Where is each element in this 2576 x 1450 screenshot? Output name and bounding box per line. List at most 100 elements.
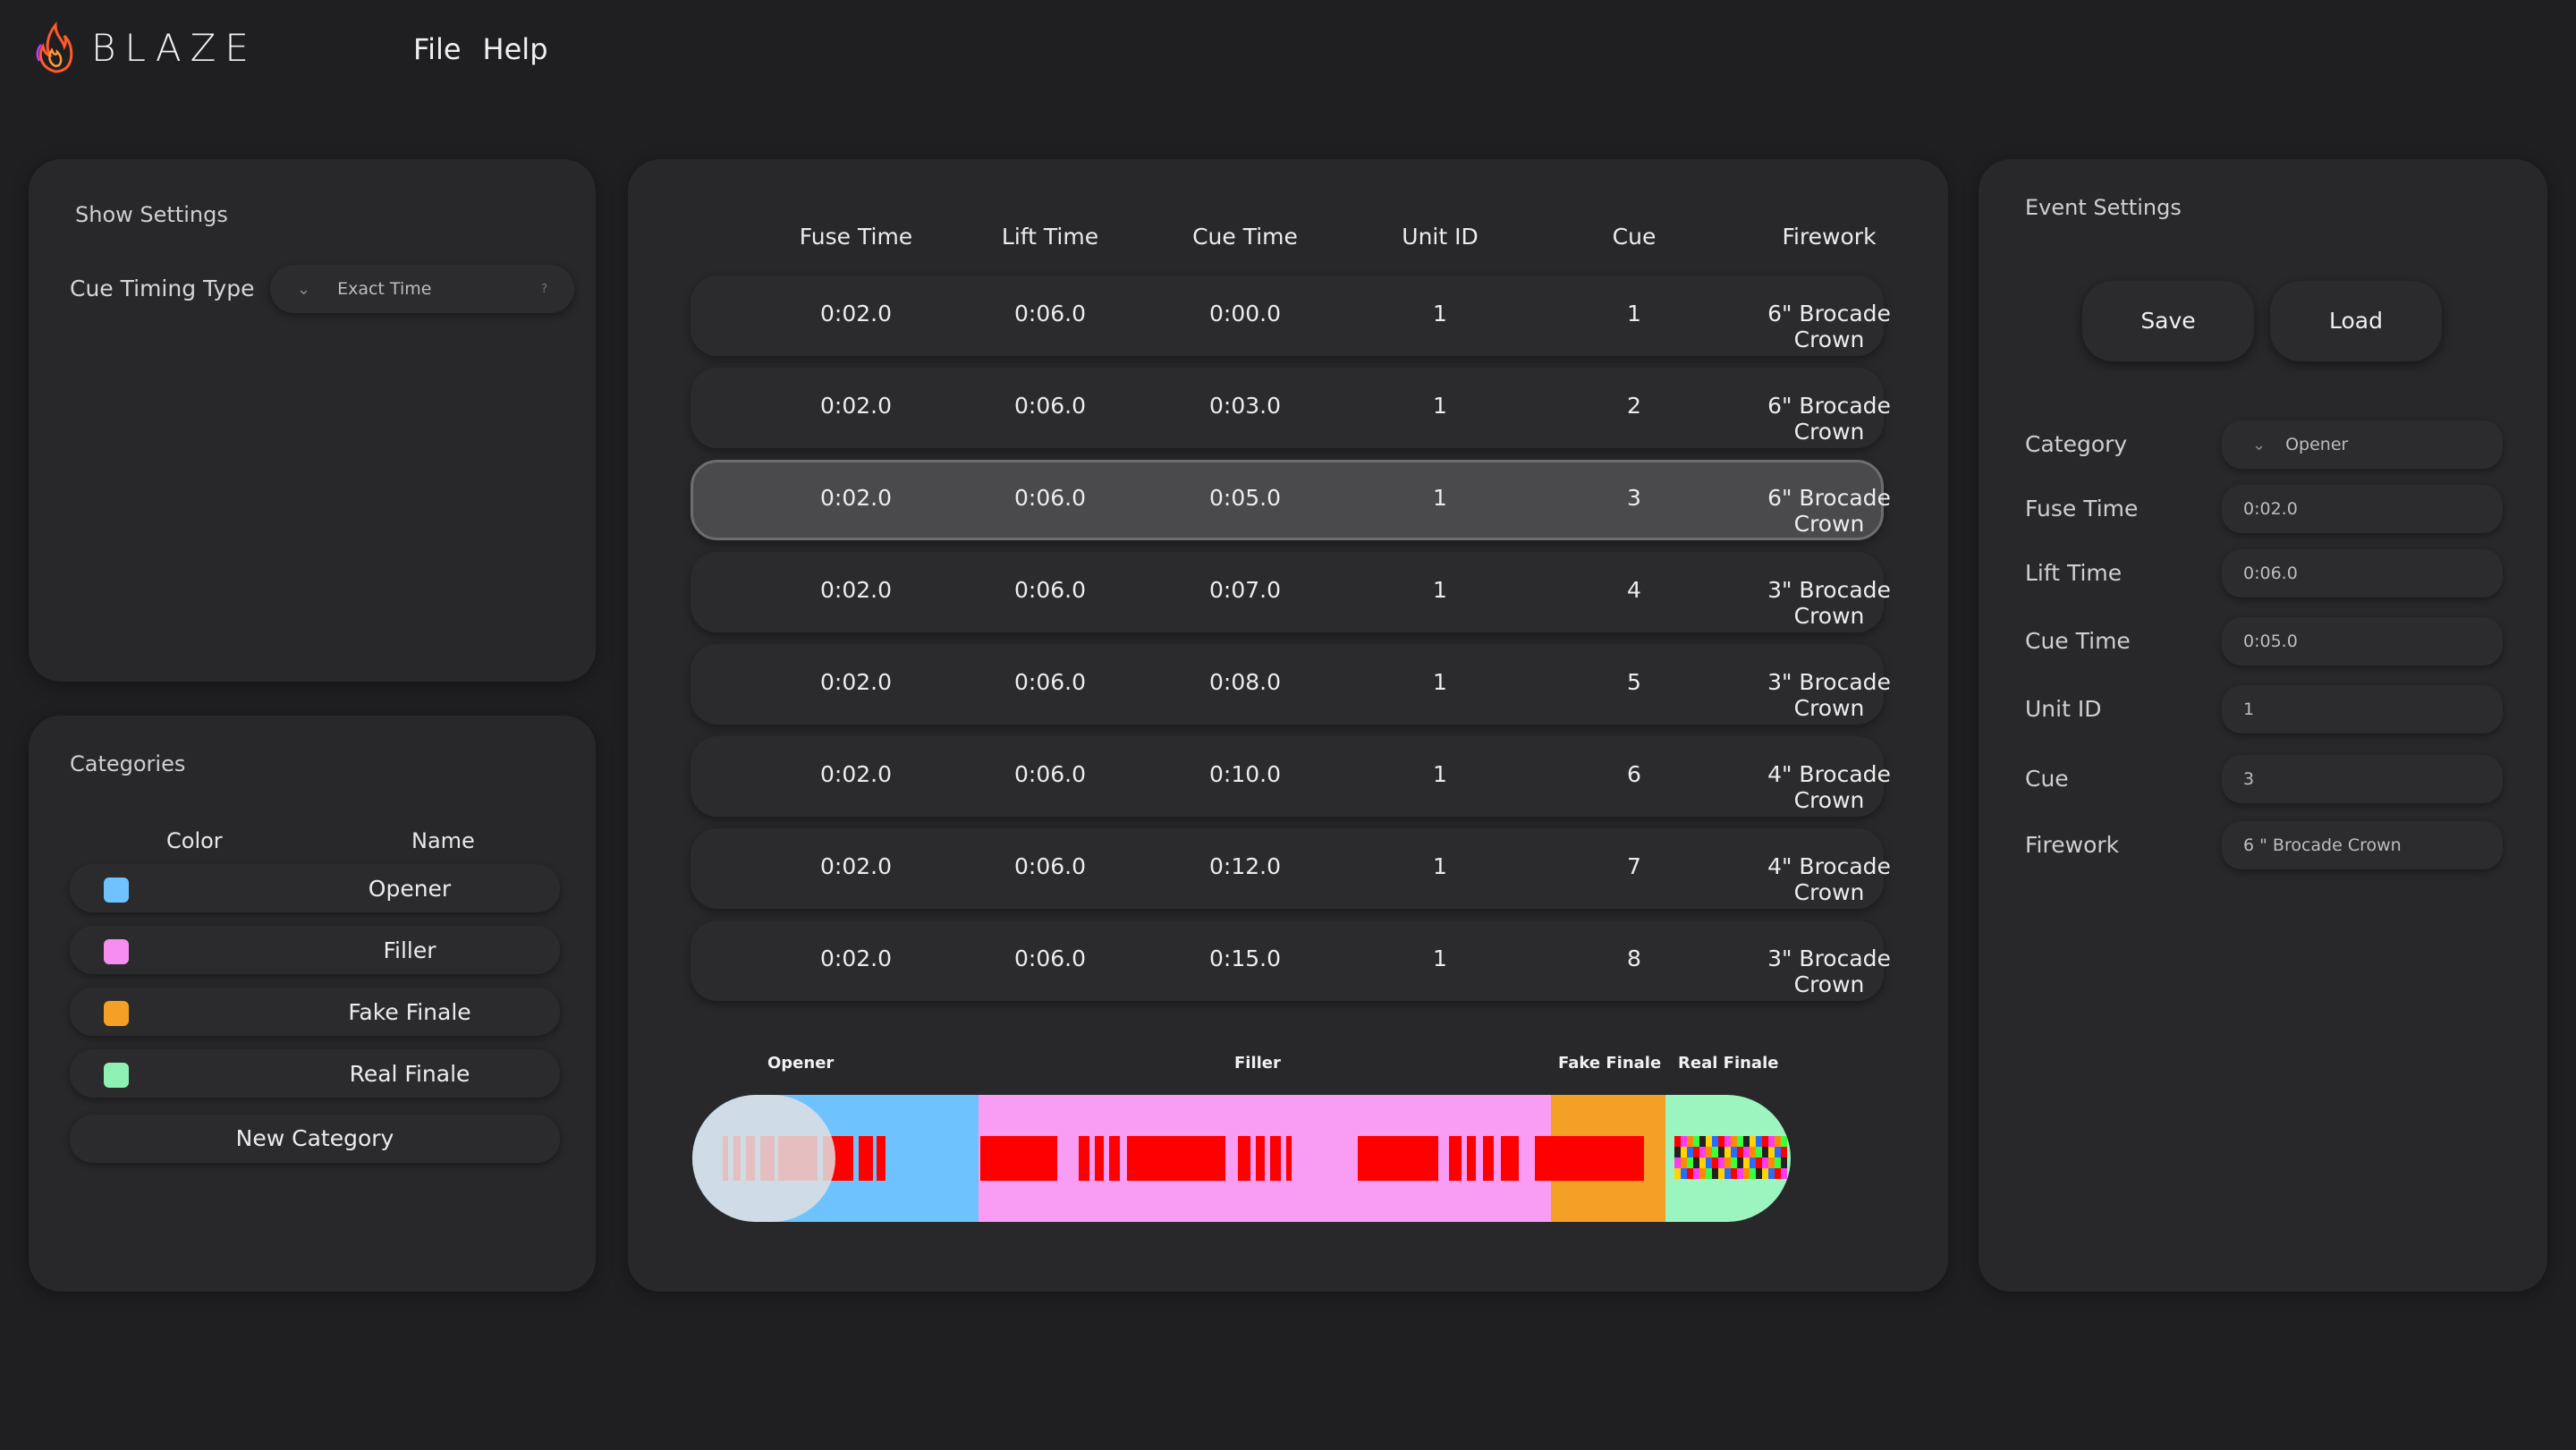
timeline-event-marker[interactable] — [1724, 1147, 1731, 1157]
timeline-event-marker[interactable] — [1743, 1136, 1750, 1147]
timeline-playhead[interactable] — [692, 1095, 835, 1222]
table-row[interactable]: 0:02.0 0:06.0 0:10.0 1 6 4" Brocade Crown — [691, 736, 1891, 817]
timeline-event-marker[interactable] — [1724, 1168, 1731, 1179]
category-row-opener[interactable]: Opener — [70, 864, 560, 912]
timeline-event-marker[interactable] — [1079, 1136, 1089, 1181]
timeline-event-marker[interactable] — [1687, 1168, 1693, 1179]
timeline-event-marker[interactable] — [1699, 1157, 1706, 1168]
category-row-real-finale[interactable]: Real Finale — [70, 1049, 560, 1098]
timeline-event-marker[interactable] — [1743, 1168, 1750, 1179]
timeline-event-marker[interactable] — [1687, 1147, 1693, 1157]
timeline-event-marker[interactable] — [877, 1136, 886, 1181]
timeline-event-marker[interactable] — [1750, 1147, 1756, 1157]
table-row[interactable]: 0:02.0 0:06.0 0:05.0 1 3 6" Brocade Crown — [691, 460, 1891, 540]
table-row[interactable]: 0:02.0 0:06.0 0:08.0 1 5 3" Brocade Crown — [691, 644, 1891, 725]
timeline-event-marker[interactable] — [1737, 1168, 1743, 1179]
timeline-event-marker[interactable] — [1270, 1136, 1281, 1181]
timeline-event-marker[interactable] — [1731, 1168, 1737, 1179]
timeline-event-marker[interactable] — [1109, 1136, 1120, 1181]
timeline-event-marker[interactable] — [1712, 1147, 1718, 1157]
timeline-event-marker[interactable] — [1750, 1168, 1756, 1179]
category-row-filler[interactable]: Filler — [70, 926, 560, 974]
load-button[interactable]: Load — [2270, 281, 2442, 361]
table-row[interactable]: 0:02.0 0:06.0 0:00.0 1 1 6" Brocade Crown — [691, 276, 1891, 356]
firework-field[interactable]: 6 " Brocade Crown — [2222, 821, 2503, 869]
timeline-event-marker[interactable] — [1731, 1136, 1737, 1147]
timeline-event-marker[interactable] — [1781, 1157, 1787, 1168]
timeline-event-marker[interactable] — [1750, 1157, 1756, 1168]
show-timeline[interactable] — [692, 1095, 1791, 1222]
timeline-event-marker[interactable] — [1681, 1147, 1687, 1157]
timeline-event-marker[interactable] — [1775, 1136, 1781, 1147]
timeline-event-marker[interactable] — [1467, 1136, 1476, 1181]
timeline-event-marker[interactable] — [1756, 1157, 1762, 1168]
timeline-event-marker[interactable] — [1712, 1136, 1718, 1147]
cue-time-field[interactable]: 0:05.0 — [2222, 617, 2503, 666]
table-row[interactable]: 0:02.0 0:06.0 0:15.0 1 8 3" Brocade Crown — [691, 920, 1891, 1001]
timeline-event-marker[interactable] — [1693, 1147, 1699, 1157]
timeline-event-marker[interactable] — [1762, 1136, 1768, 1147]
timeline-event-marker[interactable] — [1718, 1136, 1724, 1147]
timeline-event-marker[interactable] — [1687, 1136, 1693, 1147]
timeline-event-marker[interactable] — [1724, 1157, 1731, 1168]
timeline-event-marker[interactable] — [1095, 1136, 1104, 1181]
timeline-event-marker[interactable] — [1674, 1168, 1681, 1179]
timeline-event-marker[interactable] — [1712, 1157, 1718, 1168]
timeline-event-marker[interactable] — [1731, 1147, 1737, 1157]
timeline-event-marker[interactable] — [1775, 1157, 1781, 1168]
table-row[interactable]: 0:02.0 0:06.0 0:03.0 1 2 6" Brocade Crown — [691, 368, 1891, 448]
timeline-event-marker[interactable] — [980, 1136, 1057, 1181]
help-icon[interactable]: ? — [541, 283, 547, 296]
timeline-event-marker[interactable] — [1238, 1136, 1250, 1181]
timeline-event-marker[interactable] — [1750, 1136, 1756, 1147]
timeline-event-marker[interactable] — [1781, 1147, 1787, 1157]
timeline-event-marker[interactable] — [1693, 1136, 1699, 1147]
timeline-event-marker[interactable] — [1501, 1136, 1519, 1181]
timeline-event-marker[interactable] — [1706, 1147, 1712, 1157]
timeline-event-marker[interactable] — [1286, 1136, 1292, 1181]
timeline-event-marker[interactable] — [1699, 1147, 1706, 1157]
timeline-event-marker[interactable] — [1535, 1136, 1644, 1181]
timeline-event-marker[interactable] — [1674, 1147, 1681, 1157]
new-category-button[interactable]: New Category — [70, 1115, 560, 1163]
timeline-event-marker[interactable] — [1681, 1157, 1687, 1168]
timeline-event-marker[interactable] — [1743, 1147, 1750, 1157]
timeline-event-marker[interactable] — [1127, 1136, 1225, 1181]
timeline-event-marker[interactable] — [1687, 1157, 1693, 1168]
fuse-time-field[interactable]: 0:02.0 — [2222, 485, 2503, 533]
timeline-event-marker[interactable] — [1737, 1157, 1743, 1168]
timeline-event-marker[interactable] — [1756, 1168, 1762, 1179]
timeline-event-marker[interactable] — [1674, 1136, 1681, 1147]
color-swatch[interactable] — [104, 1001, 129, 1026]
timeline-event-marker[interactable] — [1737, 1136, 1743, 1147]
cue-timing-dropdown[interactable]: ⌄ Exact Time ? — [270, 265, 574, 313]
timeline-event-marker[interactable] — [1693, 1168, 1699, 1179]
menu-file[interactable]: File — [413, 32, 462, 66]
color-swatch[interactable] — [104, 939, 129, 964]
timeline-event-marker[interactable] — [1674, 1157, 1681, 1168]
timeline-event-marker[interactable] — [1706, 1136, 1712, 1147]
timeline-event-marker[interactable] — [1768, 1147, 1775, 1157]
timeline-event-marker[interactable] — [1756, 1147, 1762, 1157]
timeline-event-marker[interactable] — [1768, 1136, 1775, 1147]
timeline-event-marker[interactable] — [1775, 1147, 1781, 1157]
timeline-event-marker[interactable] — [1718, 1168, 1724, 1179]
timeline-event-marker[interactable] — [1775, 1168, 1781, 1179]
menu-help[interactable]: Help — [483, 32, 548, 66]
timeline-event-marker[interactable] — [1681, 1168, 1687, 1179]
timeline-event-marker[interactable] — [1781, 1168, 1787, 1179]
timeline-event-marker[interactable] — [1762, 1157, 1768, 1168]
timeline-event-marker[interactable] — [1699, 1136, 1706, 1147]
color-swatch[interactable] — [104, 878, 129, 903]
timeline-event-marker[interactable] — [1768, 1168, 1775, 1179]
timeline-event-marker[interactable] — [1706, 1157, 1712, 1168]
save-button[interactable]: Save — [2082, 281, 2254, 361]
table-row[interactable]: 0:02.0 0:06.0 0:07.0 1 4 3" Brocade Crown — [691, 552, 1891, 632]
timeline-event-marker[interactable] — [1718, 1157, 1724, 1168]
category-row-fake-finale[interactable]: Fake Finale — [70, 988, 560, 1036]
lift-time-field[interactable]: 0:06.0 — [2222, 549, 2503, 598]
category-dropdown[interactable]: ⌄ Opener — [2222, 420, 2503, 469]
timeline-event-marker[interactable] — [1256, 1136, 1265, 1181]
timeline-event-marker[interactable] — [1768, 1157, 1775, 1168]
timeline-event-marker[interactable] — [1699, 1168, 1706, 1179]
